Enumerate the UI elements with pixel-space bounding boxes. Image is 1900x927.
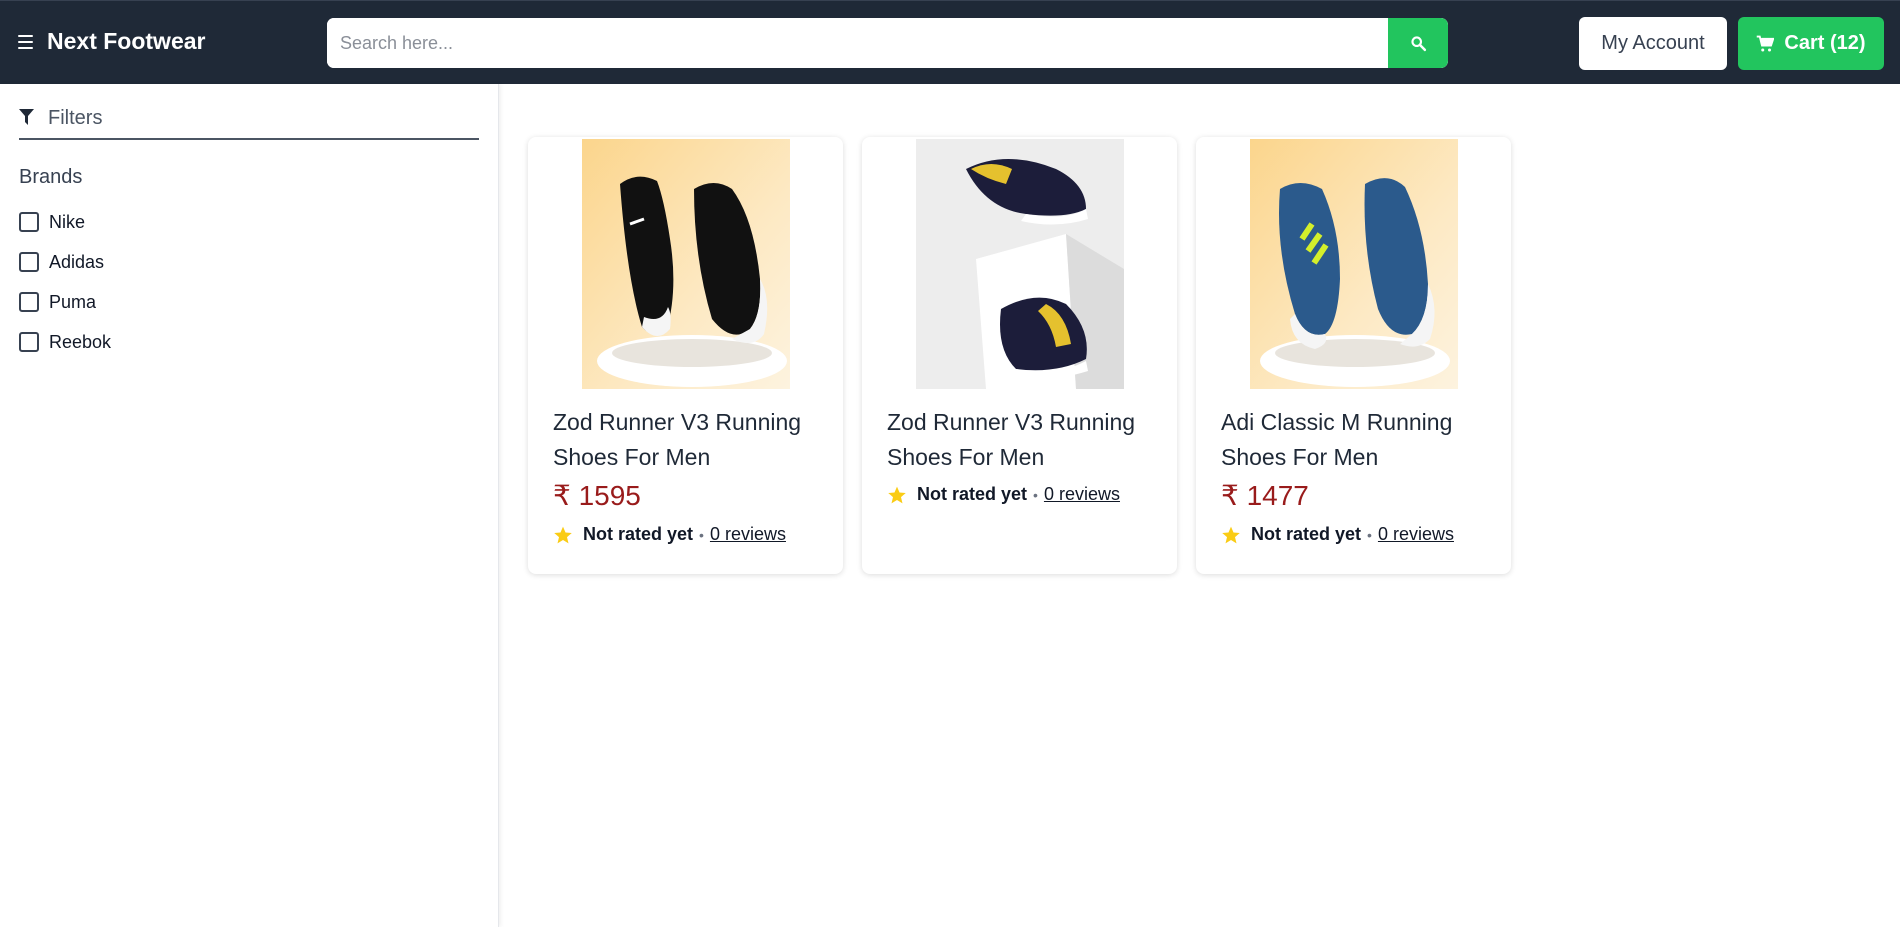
product-rating: Not rated yet • 0 reviews [887, 484, 1120, 505]
top-navbar: Next Footwear My Account Cart (12) [0, 0, 1900, 84]
brand-label: Nike [49, 211, 86, 232]
rating-text: Not rated yet [583, 524, 694, 544]
filters-label: Filters [48, 107, 103, 129]
product-card[interactable]: Zod Runner V3 Running Shoes For Men Not … [862, 137, 1177, 574]
cart-icon [1757, 35, 1775, 51]
brand-option-nike[interactable]: Nike [19, 202, 111, 242]
separator-dot: • [1033, 486, 1038, 503]
product-card[interactable]: Adi Classic M Running Shoes For Men ₹ 14… [1196, 137, 1511, 574]
brand-checkbox[interactable] [19, 252, 39, 272]
brand-label: Puma [49, 291, 97, 312]
product-image[interactable] [1250, 139, 1458, 389]
product-price: ₹ 1595 [553, 480, 641, 511]
search-bar [327, 18, 1448, 68]
menu-icon[interactable] [18, 35, 33, 49]
product-title[interactable]: Adi Classic M Running Shoes For Men [1221, 405, 1491, 475]
filter-icon [19, 109, 34, 125]
star-icon [1222, 526, 1240, 543]
product-grid: Zod Runner V3 Running Shoes For Men ₹ 15… [528, 137, 1511, 574]
reviews-link[interactable]: 0 reviews [1378, 524, 1454, 545]
brand-option-reebok[interactable]: Reebok [19, 322, 111, 362]
product-price: ₹ 1477 [1221, 480, 1309, 511]
rating-text: Not rated yet [917, 484, 1028, 504]
product-image[interactable] [916, 139, 1124, 389]
search-icon [1410, 35, 1426, 51]
star-icon [554, 526, 572, 543]
search-input[interactable] [327, 18, 1387, 68]
product-image[interactable] [582, 139, 790, 389]
brand-checkbox[interactable] [19, 212, 39, 232]
brand-label: Reebok [49, 331, 112, 352]
brand-option-adidas[interactable]: Adidas [19, 242, 111, 282]
cart-label: Cart (12) [1784, 32, 1866, 54]
brand-checkbox[interactable] [19, 332, 39, 352]
brand-checkbox[interactable] [19, 292, 39, 312]
reviews-link[interactable]: 0 reviews [710, 524, 786, 545]
product-title[interactable]: Zod Runner V3 Running Shoes For Men [553, 405, 823, 475]
star-icon [888, 486, 906, 503]
reviews-link[interactable]: 0 reviews [1044, 484, 1120, 505]
product-card[interactable]: Zod Runner V3 Running Shoes For Men ₹ 15… [528, 137, 843, 574]
brands-title: Brands [19, 166, 83, 188]
brand-logo[interactable]: Next Footwear [47, 28, 205, 55]
brand-filter-list: Nike Adidas Puma Reebok [19, 202, 111, 362]
product-rating: Not rated yet • 0 reviews [1221, 524, 1454, 545]
my-account-button[interactable]: My Account [1579, 17, 1727, 70]
brand-label: Adidas [49, 251, 105, 272]
separator-dot: • [699, 526, 704, 543]
product-title[interactable]: Zod Runner V3 Running Shoes For Men [887, 405, 1157, 475]
filters-sidebar: Filters Brands Nike Adidas Puma Reebok [0, 84, 499, 927]
cart-button[interactable]: Cart (12) [1738, 17, 1884, 70]
search-button[interactable] [1388, 18, 1448, 68]
brand-option-puma[interactable]: Puma [19, 282, 111, 322]
rating-text: Not rated yet [1251, 524, 1362, 544]
separator-dot: • [1367, 526, 1372, 543]
product-rating: Not rated yet • 0 reviews [553, 524, 786, 545]
filters-header: Filters [19, 106, 479, 140]
